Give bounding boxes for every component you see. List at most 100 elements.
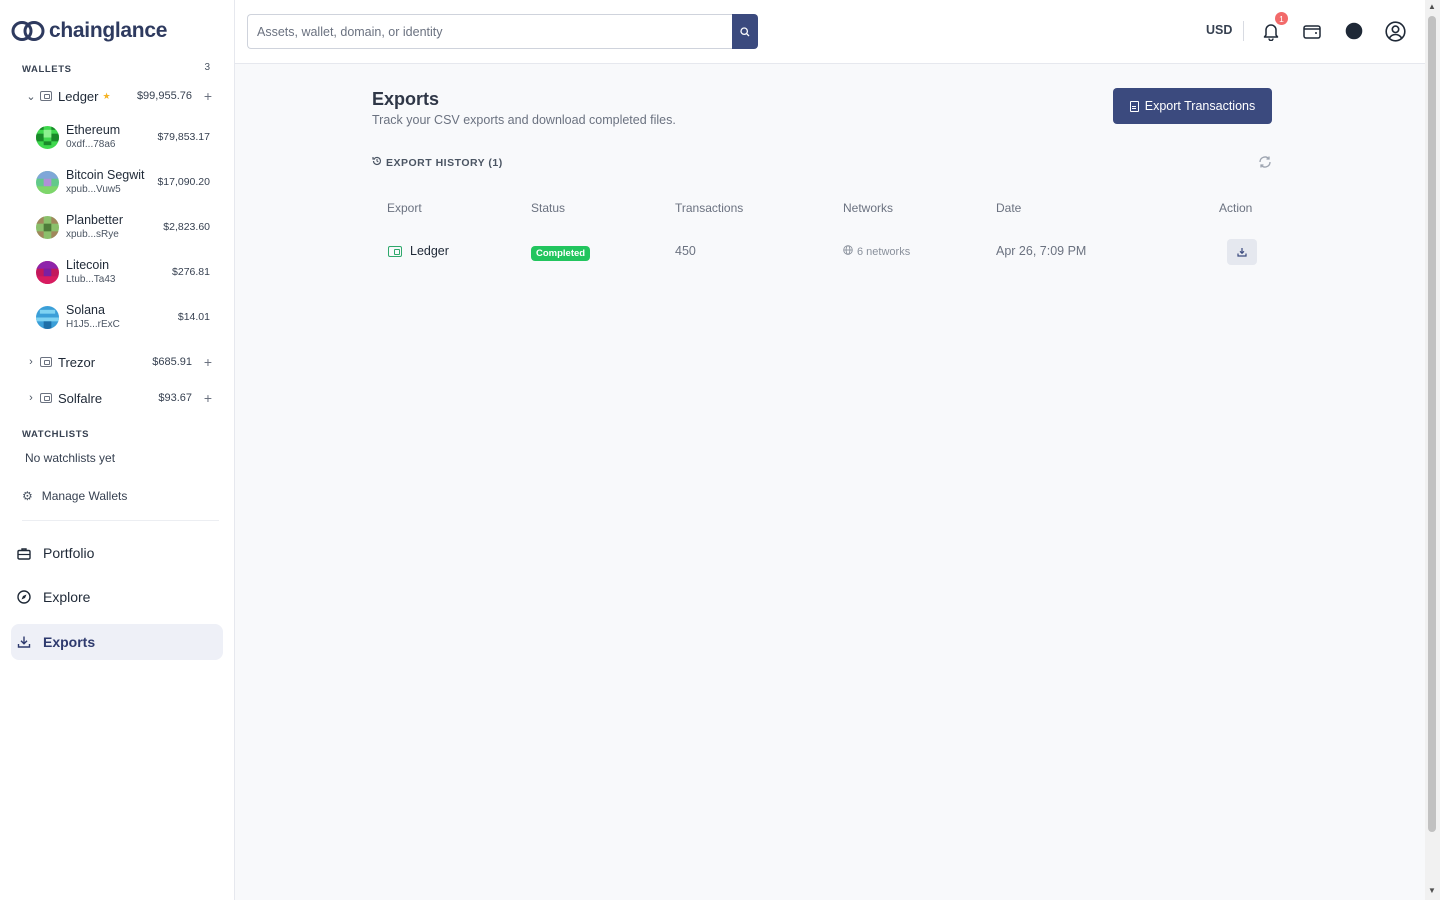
asset-item-litecoin[interactable]: Litecoin Ltub...Ta43 $276.81 — [36, 254, 210, 290]
currency-selector[interactable]: USD — [1206, 23, 1232, 37]
history-icon — [372, 156, 382, 169]
date-cell: Apr 26, 7:09 PM — [996, 244, 1087, 258]
download-icon — [16, 634, 32, 650]
wallet-name: Trezor — [58, 354, 96, 370]
asset-avatar — [36, 170, 59, 194]
asset-name: Bitcoin Segwit — [66, 167, 145, 182]
nav-label: Exports — [43, 634, 96, 650]
wallet-icon — [388, 245, 402, 257]
export-button-label: Export Transactions — [1144, 99, 1256, 113]
wallet-name: Solfalre — [58, 390, 103, 406]
asset-value: $2,823.60 — [163, 221, 210, 233]
asset-value: $17,090.20 — [157, 176, 210, 188]
page-title: Exports — [372, 89, 440, 109]
networks-cell: 6 networks — [843, 245, 910, 258]
theme-toggle-icon[interactable] — [1343, 20, 1365, 42]
star-icon: ★ — [102, 90, 111, 101]
asset-avatar — [36, 215, 59, 239]
column-header-export: Export — [387, 201, 422, 215]
add-address-button[interactable]: + — [192, 390, 212, 406]
nav-label: Portfolio — [43, 545, 95, 561]
sidebar-divider — [22, 520, 219, 521]
chevron-right-icon[interactable]: › — [24, 356, 38, 368]
download-icon — [1237, 248, 1247, 257]
asset-name: Ethereum — [66, 122, 121, 137]
asset-item-bitcoin-segwit[interactable]: Bitcoin Segwit xpub...Vuw5 $17,090.20 — [36, 164, 210, 200]
refresh-icon[interactable] — [1258, 155, 1272, 169]
asset-avatar — [36, 305, 59, 329]
scroll-down-arrow-icon[interactable]: ▼ — [1428, 886, 1436, 895]
export-transactions-button[interactable]: Export Transactions — [1113, 88, 1272, 124]
networks-label: 6 networks — [857, 245, 911, 258]
export-history-label: EXPORT HISTORY (1) — [386, 156, 503, 169]
asset-value: $79,853.17 — [157, 131, 210, 143]
add-address-button[interactable]: + — [192, 88, 212, 104]
nav-item-exports[interactable]: Exports — [11, 624, 223, 660]
watchlists-section-label: WATCHLISTS — [22, 429, 90, 440]
chevron-right-icon[interactable]: › — [24, 392, 38, 404]
export-history-heading: EXPORT HISTORY (1) — [372, 156, 503, 169]
scroll-up-arrow-icon[interactable]: ▲ — [1428, 2, 1436, 11]
manage-wallets-label: Manage Wallets — [41, 489, 128, 503]
wallet-icon — [40, 357, 52, 367]
nav-item-explore[interactable]: Explore — [11, 579, 223, 615]
manage-wallets-link[interactable]: ⚙ Manage Wallets — [22, 489, 127, 503]
page-subtitle: Track your CSV exports and download comp… — [372, 113, 676, 127]
asset-item-solana[interactable]: Solana H1J5...rExC $14.01 — [36, 299, 210, 335]
column-header-date: Date — [996, 201, 1022, 215]
wallet-icon — [40, 91, 52, 101]
user-account-icon[interactable] — [1384, 20, 1406, 42]
nav-label: Explore — [43, 589, 91, 605]
logo[interactable]: chainglance — [11, 19, 167, 43]
download-button[interactable] — [1227, 239, 1257, 265]
sidebar: chainglance WALLETS 3 ⌄ Ledger ★ $99,955… — [0, 0, 235, 900]
export-cell: Ledger — [388, 244, 449, 258]
no-watchlists-text: No watchlists yet — [25, 451, 116, 465]
wallet-icon — [40, 393, 52, 403]
nav-item-portfolio[interactable]: Portfolio — [11, 535, 223, 571]
notification-badge: 1 — [1275, 12, 1288, 25]
logo-icon — [11, 21, 45, 41]
column-header-status: Status — [531, 201, 566, 215]
column-header-networks: Networks — [843, 201, 894, 215]
asset-address: Ltub...Ta43 — [66, 273, 116, 285]
asset-name: Litecoin — [66, 257, 110, 272]
asset-value: $276.81 — [172, 266, 210, 278]
asset-item-planbetter[interactable]: Planbetter xpub...sRye $2,823.60 — [36, 209, 210, 245]
search-button[interactable] — [732, 14, 758, 49]
document-icon — [1129, 100, 1139, 112]
wallet-name: Ledger — [58, 88, 99, 104]
wallet-icon[interactable] — [1301, 20, 1323, 42]
column-header-transactions: Transactions — [675, 201, 744, 215]
wallet-group-trezor[interactable]: › Trezor $685.91 + — [24, 351, 212, 373]
wallet-value: $93.67 — [158, 392, 192, 404]
topbar-divider — [1243, 21, 1244, 41]
transactions-cell: 450 — [675, 244, 696, 258]
wallets-section-label: WALLETS — [22, 64, 72, 75]
chevron-down-icon[interactable]: ⌄ — [24, 90, 38, 103]
asset-avatar — [36, 125, 59, 149]
asset-value: $14.01 — [177, 311, 210, 323]
wallet-group-ledger[interactable]: ⌄ Ledger ★ $99,955.76 + — [24, 85, 212, 107]
wallets-count: 3 — [204, 62, 210, 73]
scrollbar-thumb[interactable] — [1428, 16, 1436, 832]
page-scrollbar[interactable]: ▲ ▼ — [1425, 0, 1440, 900]
asset-address: 0xdf...78a6 — [66, 138, 116, 150]
globe-icon — [843, 245, 853, 258]
briefcase-icon — [16, 545, 32, 561]
wallet-group-solfalre[interactable]: › Solfalre $93.67 + — [24, 387, 212, 409]
search-input[interactable] — [247, 14, 732, 49]
compass-icon — [16, 589, 32, 605]
wallet-value: $99,955.76 — [136, 90, 192, 102]
add-address-button[interactable]: + — [192, 354, 212, 370]
asset-item-ethereum[interactable]: Ethereum 0xdf...78a6 $79,853.17 — [36, 119, 210, 155]
status-cell: Completed — [531, 246, 591, 261]
asset-avatar — [36, 260, 59, 284]
asset-name: Solana — [66, 302, 105, 317]
asset-address: xpub...Vuw5 — [66, 183, 121, 195]
top-bar: USD 1 — [235, 0, 1425, 64]
search-bar — [247, 14, 758, 49]
search-icon — [740, 26, 750, 36]
wallet-value: $685.91 — [152, 356, 192, 368]
gear-icon: ⚙ — [22, 489, 33, 503]
